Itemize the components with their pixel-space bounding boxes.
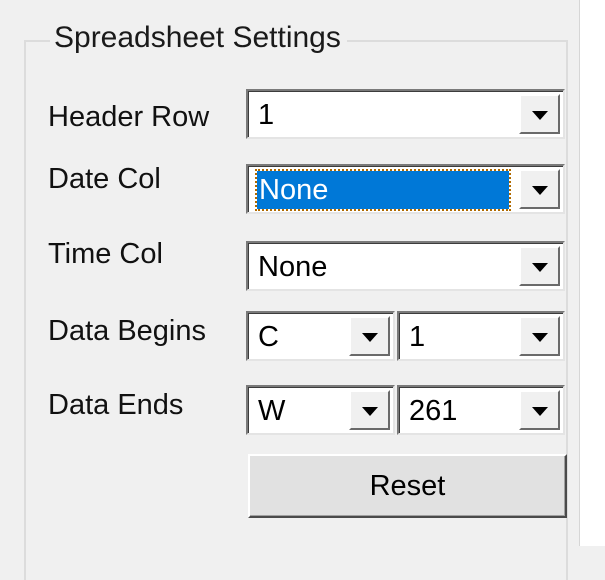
data-begins-row-combobox[interactable]: 1 bbox=[397, 311, 565, 361]
reset-button[interactable]: Reset bbox=[248, 454, 567, 518]
date-col-label: Date Col bbox=[48, 163, 161, 195]
time-col-value: None bbox=[258, 251, 328, 283]
data-begins-column-dropdown-button[interactable] bbox=[349, 316, 390, 356]
header-row-value: 1 bbox=[258, 99, 275, 131]
date-col-dropdown-button[interactable] bbox=[519, 169, 560, 209]
data-begins-row-dropdown-button[interactable] bbox=[519, 316, 560, 356]
data-ends-row-combobox[interactable]: 261 bbox=[397, 385, 565, 435]
data-ends-row-value: 261 bbox=[409, 395, 458, 427]
data-begins-column-value: C bbox=[258, 321, 279, 353]
data-ends-label: Data Ends bbox=[48, 389, 184, 421]
date-col-combobox[interactable]: None bbox=[246, 164, 565, 214]
data-ends-row-dropdown-button[interactable] bbox=[519, 390, 560, 430]
window-edge-strip bbox=[579, 0, 605, 546]
data-ends-column-dropdown-button[interactable] bbox=[349, 390, 390, 430]
chevron-down-icon bbox=[531, 407, 548, 416]
time-col-dropdown-button[interactable] bbox=[519, 246, 560, 286]
chevron-down-icon bbox=[361, 333, 378, 342]
groupbox-title: Spreadsheet Settings bbox=[50, 20, 347, 56]
time-col-label: Time Col bbox=[48, 238, 163, 270]
data-begins-label: Data Begins bbox=[48, 315, 206, 347]
data-ends-column-combobox[interactable]: W bbox=[246, 385, 395, 435]
data-begins-column-combobox[interactable]: C bbox=[246, 311, 395, 361]
header-row-label: Header Row bbox=[48, 101, 210, 133]
data-begins-row-value: 1 bbox=[409, 321, 426, 353]
date-col-value: None bbox=[255, 169, 511, 211]
header-row-combobox[interactable]: 1 bbox=[246, 89, 565, 139]
chevron-down-icon bbox=[531, 263, 548, 272]
header-row-dropdown-button[interactable] bbox=[519, 94, 560, 134]
chevron-down-icon bbox=[531, 186, 548, 195]
time-col-combobox[interactable]: None bbox=[246, 241, 565, 291]
chevron-down-icon bbox=[361, 407, 378, 416]
chevron-down-icon bbox=[531, 333, 548, 342]
chevron-down-icon bbox=[531, 111, 548, 120]
data-ends-column-value: W bbox=[258, 395, 286, 427]
